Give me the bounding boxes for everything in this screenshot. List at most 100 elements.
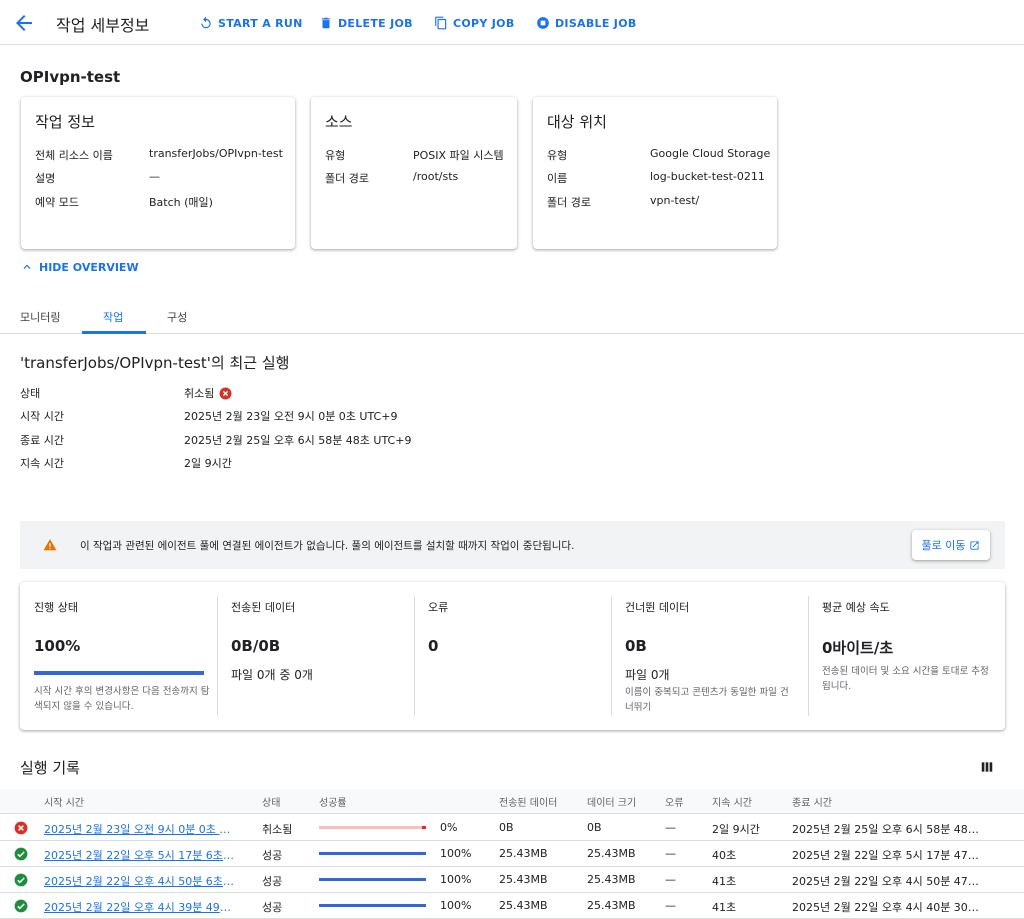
history-title: 실행 기록 — [20, 759, 80, 777]
destination-card: 대상 위치 유형 Google Cloud Storage 이름 log-buc… — [533, 97, 777, 249]
column-header[interactable]: 종료 시간 — [792, 794, 832, 809]
success-rate-bar — [319, 878, 426, 881]
run-duration: 40초 — [712, 849, 737, 862]
column-header[interactable]: 전송된 데이터 — [499, 794, 557, 809]
stat-note: 시작 시간 후의 변경사항은 다음 전송까지 탐색되지 않을 수 있습니다. — [34, 686, 210, 712]
start-run-label: START A RUN — [218, 16, 303, 30]
run-status: 성공 — [262, 875, 283, 888]
run-end-time: 2025년 2월 22일 오후 4시 40분 30초 UTC+9 — [792, 901, 982, 914]
top-bar: 작업 세부정보 START A RUN DELETE JOB COPY JOB … — [0, 0, 1024, 45]
run-transferred: 25.43MB — [499, 873, 548, 886]
refresh-icon — [201, 16, 211, 29]
go-to-pool-button[interactable]: 풀로 이동 — [912, 530, 990, 560]
progress-bar — [34, 671, 204, 675]
stat-value: 0B — [625, 637, 647, 655]
stat-skipped: 건너뛴 데이터 0B 파일 0개 이름이 중복되고 콘텐츠가 동일한 파일 건너… — [625, 596, 805, 716]
column-header[interactable]: 오류 — [665, 794, 683, 809]
column-header[interactable]: 성공률 — [319, 794, 347, 809]
run-transferred: 25.43MB — [499, 847, 548, 860]
divider — [611, 596, 612, 716]
run-data-size: 0B — [587, 821, 602, 834]
run-success-rate: 100% — [440, 899, 472, 912]
kv-label: 예약 모드 — [35, 196, 79, 209]
run-duration: 41초 — [712, 901, 737, 914]
back-arrow-icon[interactable] — [12, 11, 36, 35]
column-header[interactable]: 상태 — [262, 794, 280, 809]
success-rate-fill — [422, 826, 426, 829]
run-success-rate: 100% — [440, 873, 472, 886]
duration-label: 지속 시간 — [20, 457, 64, 470]
error-icon — [14, 821, 28, 835]
kv-label: 폴더 경로 — [325, 172, 369, 185]
job-info-card: 작업 정보 전체 리소스 이름 transferJobs/OPIvpn-test… — [21, 97, 295, 249]
success-rate-fill — [319, 852, 426, 855]
table-row: 2025년 2월 23일 오전 9시 0분 0초 UTC+9 취소됨 0% 0B 0B —… — [0, 815, 1024, 841]
disable-job-button[interactable]: DISABLE JOB — [536, 14, 637, 32]
run-duration: 41초 — [712, 875, 737, 888]
warning-text: 이 작업과 관련된 에이전트 풀에 연결된 에이전트가 없습니다. 풀의 에이전… — [80, 540, 575, 552]
open-in-new-icon — [970, 540, 980, 550]
status-text: 취소됨 — [184, 387, 215, 400]
run-start-link[interactable]: 2025년 2월 22일 오후 4시 50분 6초 UTC+9 — [44, 873, 234, 889]
go-to-pool-label: 풀로 이동 — [921, 539, 966, 552]
kv-label: 유형 — [325, 149, 346, 162]
stat-value: 100% — [34, 637, 81, 655]
recent-run-title: 'transferJobs/OPIvpn-test'의 최근 실행 — [20, 354, 290, 372]
run-start-link[interactable]: 2025년 2월 23일 오전 9시 0분 0초 UTC+9 — [44, 821, 234, 837]
run-errors: — — [665, 873, 676, 886]
warning-banner: 이 작업과 관련된 에이전트 풀에 연결된 에이전트가 없습니다. 풀의 에이전… — [20, 521, 1005, 569]
end-time-value: 2025년 2월 25일 오후 6시 58분 48초 UTC+9 — [184, 434, 412, 447]
stat-value: 0B/0B — [231, 637, 281, 655]
success-rate-fill — [319, 904, 426, 907]
divider — [414, 596, 415, 716]
column-display-icon[interactable] — [980, 760, 994, 777]
run-status: 성공 — [262, 901, 283, 914]
page-title: 작업 세부정보 — [56, 16, 150, 35]
tab-monitoring[interactable]: 모니터링 — [20, 309, 60, 325]
error-icon — [219, 387, 232, 399]
kv-value: vpn-test/ — [650, 194, 700, 207]
start-run-button[interactable]: START A RUN — [199, 14, 303, 32]
column-header[interactable]: 시작 시간 — [44, 794, 84, 809]
column-header[interactable]: 지속 시간 — [712, 794, 752, 809]
kv-label: 이름 — [547, 172, 568, 185]
run-start-link[interactable]: 2025년 2월 22일 오후 5시 17분 6초 UTC+9 — [44, 847, 234, 863]
active-tab-indicator — [82, 331, 146, 334]
start-time-label: 시작 시간 — [20, 410, 64, 423]
kv-label: 유형 — [547, 149, 568, 162]
tab-operations[interactable]: 작업 — [103, 309, 123, 325]
tab-configuration[interactable]: 구성 — [167, 309, 187, 325]
stat-sub: 파일 0개 — [625, 668, 670, 682]
table-header: 시작 시간 상태 성공률 전송된 데이터 데이터 크기 오류 지속 시간 종료 … — [0, 789, 1024, 814]
copy-icon — [435, 16, 447, 30]
success-rate-bar — [319, 852, 426, 855]
run-success-rate: 0% — [440, 821, 458, 834]
run-end-time: 2025년 2월 22일 오후 5시 17분 47초 UTC+9 — [792, 849, 982, 862]
run-end-time: 2025년 2월 25일 오후 6시 58분 48초 UTC+9 — [792, 823, 982, 836]
run-success-rate: 100% — [440, 847, 472, 860]
progress-bar-fill — [34, 671, 204, 675]
start-time-value: 2025년 2월 23일 오전 9시 0분 0초 UTC+9 — [184, 410, 398, 423]
kv-value: /root/sts — [413, 170, 459, 183]
kv-value: log-bucket-test-0211 — [650, 170, 765, 183]
source-title: 소스 — [325, 113, 353, 131]
status-label: 상태 — [20, 387, 41, 400]
run-start-link[interactable]: 2025년 2월 22일 오후 4시 39분 49초 UTC+9 — [44, 899, 234, 915]
divider — [808, 596, 809, 716]
disable-job-label: DISABLE JOB — [555, 16, 637, 30]
kv-label: 설명 — [35, 172, 56, 185]
run-errors: — — [665, 899, 676, 912]
stat-title: 오류 — [428, 601, 449, 614]
run-status: 성공 — [262, 849, 283, 862]
kv-value: POSIX 파일 시스템 — [413, 149, 504, 162]
chevron-up-icon — [23, 264, 31, 269]
stat-value: 0 — [428, 637, 439, 655]
source-card: 소스 유형 POSIX 파일 시스템 폴더 경로 /root/sts — [311, 97, 517, 249]
run-end-time: 2025년 2월 22일 오후 4시 50분 47초 UTC+9 — [792, 875, 982, 888]
column-header[interactable]: 데이터 크기 — [587, 794, 636, 809]
run-data-size: 25.43MB — [587, 899, 636, 912]
run-data-size: 25.43MB — [587, 873, 636, 886]
hide-overview-button[interactable]: HIDE OVERVIEW — [20, 260, 139, 274]
delete-job-button[interactable]: DELETE JOB — [319, 14, 413, 32]
copy-job-button[interactable]: COPY JOB — [434, 14, 515, 32]
